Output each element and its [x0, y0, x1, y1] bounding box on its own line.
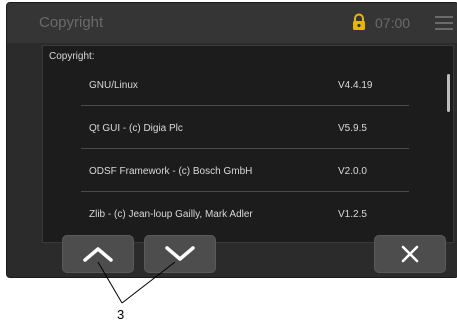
list-item: ODSF Framework - (c) Bosch GmbH V2.0.0 [81, 149, 409, 192]
scroll-up-button[interactable] [62, 235, 134, 273]
chevron-up-icon [83, 247, 113, 262]
copyright-list[interactable]: GNU/Linux V4.4.19 Qt GUI - (c) Digia Plc… [81, 63, 409, 234]
page-title: Copyright [39, 14, 104, 31]
item-name: Qt GUI - (c) Digia Plc [89, 123, 183, 134]
item-version: V4.4.19 [338, 80, 373, 91]
item-name: GNU/Linux [89, 80, 138, 91]
list-item: Zlib - (c) Jean-loup Gailly, Mark Adler … [81, 192, 409, 234]
copyright-panel: Copyright: GNU/Linux V4.4.19 Qt GUI - (c… [42, 45, 454, 243]
item-name: ODSF Framework - (c) Bosch GmbH [89, 166, 253, 177]
list-item: GNU/Linux V4.4.19 [81, 63, 409, 106]
section-title: Copyright: [49, 51, 95, 62]
close-button[interactable] [374, 235, 446, 273]
scrollbar[interactable] [447, 74, 450, 112]
item-version: V5.9.5 [338, 123, 367, 134]
item-name: Zlib - (c) Jean-loup Gailly, Mark Adler [89, 209, 253, 220]
device-screen: Copyright 07:00 Copyright: GNU/Linux V4.… [6, 2, 457, 278]
callout-label: 3 [117, 307, 125, 322]
hamburger-menu-icon[interactable] [435, 16, 453, 30]
item-version: V1.2.5 [338, 209, 367, 220]
title-bar: Copyright 07:00 [7, 3, 457, 43]
clock-time: 07:00 [375, 15, 411, 31]
close-icon [401, 245, 419, 263]
list-item: Qt GUI - (c) Digia Plc V5.9.5 [81, 106, 409, 149]
scroll-down-button[interactable] [144, 235, 216, 273]
chevron-down-icon [165, 246, 195, 261]
item-version: V2.0.0 [338, 166, 367, 177]
lock-icon [353, 13, 365, 30]
